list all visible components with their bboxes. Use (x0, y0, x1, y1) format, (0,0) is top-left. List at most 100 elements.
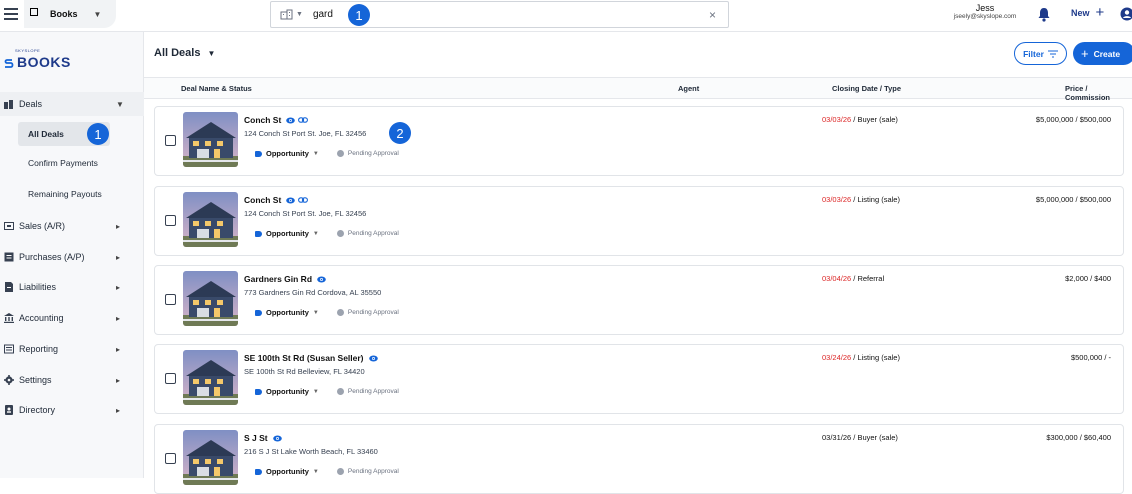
house-photo (183, 192, 238, 247)
tag-icon (255, 151, 262, 157)
bank-icon (4, 313, 14, 323)
chevron-down-icon: ▼ (116, 100, 124, 109)
sidebar-item-label: Settings (19, 375, 52, 385)
chevron-right-icon: ▸ (116, 253, 120, 262)
closing-type: / Listing (sale) (851, 353, 900, 362)
new-button[interactable]: New + (1071, 8, 1104, 18)
sidebar-item-deals[interactable]: Deals ▼ (0, 92, 144, 116)
sales-icon (4, 221, 14, 231)
chevron-down-icon: ▼ (296, 11, 303, 18)
closing-date-type: 03/04/26 / Referral (822, 274, 884, 283)
user-info[interactable]: Jess jseely@skyslope.com (946, 3, 1024, 20)
deal-card[interactable]: Gardners Gin Rd 773 Gardners Gin Rd Cord… (154, 265, 1124, 335)
deal-card[interactable]: SE 100th St Rd (Susan Seller) SE 100th S… (154, 344, 1124, 414)
sidebar-item-liabilities[interactable]: Liabilities ▸ (0, 275, 144, 299)
deal-card[interactable]: Conch St 124 Conch St Port St. Joe, FL 3… (154, 186, 1124, 256)
deal-stage-dropdown[interactable]: Opportunity (266, 149, 309, 158)
eye-icon[interactable] (317, 276, 326, 283)
chevron-down-icon[interactable]: ▼ (313, 310, 319, 316)
status-dot-icon (337, 309, 344, 316)
deal-checkbox[interactable] (165, 294, 176, 305)
closing-date: 03/03/26 (822, 115, 851, 124)
sidebar-item-label: Directory (19, 405, 55, 415)
column-header-name[interactable]: Deal Name & Status (181, 84, 252, 93)
deal-title[interactable]: SE 100th St Rd (Susan Seller) (244, 353, 378, 363)
chevron-right-icon: ▸ (116, 345, 120, 354)
page-title[interactable]: All Deals ▼ (154, 47, 215, 59)
column-header-closing[interactable]: Closing Date / Type (832, 84, 901, 93)
filter-button[interactable]: Filter (1014, 42, 1067, 65)
annotation-marker-card: 2 (389, 122, 411, 144)
chevron-down-icon[interactable]: ▼ (313, 469, 319, 475)
status-dot-icon (337, 468, 344, 475)
deal-checkbox[interactable] (165, 453, 176, 464)
plus-icon: + (1096, 8, 1105, 18)
filter-button-label: Filter (1023, 49, 1044, 59)
link-icon[interactable] (298, 197, 308, 203)
deal-stage-dropdown[interactable]: Opportunity (266, 229, 309, 238)
search-bar[interactable]: ▼ gard × (270, 1, 729, 28)
search-type-selector[interactable]: ▼ (280, 9, 303, 20)
chevron-down-icon[interactable]: ▼ (313, 151, 319, 157)
deal-name: Gardners Gin Rd (244, 274, 312, 284)
purchases-icon (4, 252, 14, 262)
deal-stage-dropdown[interactable]: Opportunity (266, 467, 309, 476)
sidebar-item-reporting[interactable]: Reporting ▸ (0, 337, 144, 361)
status-badge: Pending Approval (348, 309, 399, 316)
deal-status-row: Opportunity ▼ Pending Approval (255, 467, 399, 476)
bell-icon[interactable] (1037, 7, 1051, 22)
deal-title[interactable]: Conch St (244, 195, 308, 205)
status-badge: Pending Approval (348, 388, 399, 395)
user-name: Jess (946, 3, 1024, 13)
sidebar-item-sales[interactable]: Sales (A/R) ▸ (0, 214, 144, 238)
clear-search-icon[interactable]: × (709, 8, 716, 22)
deal-stage-dropdown[interactable]: Opportunity (266, 308, 309, 317)
deal-checkbox[interactable] (165, 215, 176, 226)
logo-small-text: SKYSLOPE (15, 48, 40, 53)
directory-icon (4, 405, 14, 415)
chevron-down-icon[interactable]: ▼ (313, 389, 319, 395)
eye-icon[interactable] (273, 435, 282, 442)
page-title-label: All Deals (154, 47, 200, 59)
deal-card[interactable]: Conch St 124 Conch St Port St. Joe, FL 3… (154, 106, 1124, 176)
chevron-right-icon: ▸ (116, 314, 120, 323)
link-icon[interactable] (298, 117, 308, 123)
column-header-price[interactable]: Price / Commission (1065, 84, 1132, 102)
profile-icon[interactable] (1120, 6, 1132, 22)
deal-checkbox[interactable] (165, 373, 176, 384)
sidebar-item-label: Purchases (A/P) (19, 252, 85, 262)
eye-icon[interactable] (286, 197, 295, 204)
sidebar-item-purchases[interactable]: Purchases (A/P) ▸ (0, 245, 144, 269)
chevron-down-icon: ▼ (208, 49, 216, 58)
annotation-marker-sidebar: 1 (87, 123, 109, 145)
hamburger-menu-icon[interactable] (4, 8, 18, 20)
sidebar-item-directory[interactable]: Directory ▸ (0, 398, 144, 422)
closing-type: / Listing (sale) (851, 195, 900, 204)
tag-icon (255, 389, 262, 395)
deal-title[interactable]: Gardners Gin Rd (244, 274, 326, 284)
deal-title[interactable]: Conch St (244, 115, 308, 125)
closing-date-type: 03/24/26 / Listing (sale) (822, 353, 900, 362)
sidebar-item-settings[interactable]: Settings ▸ (0, 368, 144, 392)
deal-title[interactable]: S J St (244, 433, 282, 443)
search-input[interactable]: gard (313, 9, 333, 20)
app-switcher[interactable]: Books ▼ (24, 0, 116, 28)
deal-name: SE 100th St Rd (Susan Seller) (244, 353, 364, 363)
status-badge: Pending Approval (348, 150, 399, 157)
sidebar-subitem-confirm-payments[interactable]: Confirm Payments (0, 151, 144, 175)
eye-icon[interactable] (369, 355, 378, 362)
plus-icon: + (1081, 49, 1089, 59)
deal-checkbox[interactable] (165, 135, 176, 146)
create-button[interactable]: + Create (1073, 42, 1132, 65)
app-switcher-checkbox-icon (30, 8, 38, 16)
column-header-agent[interactable]: Agent (678, 84, 699, 93)
deal-stage-dropdown[interactable]: Opportunity (266, 387, 309, 396)
status-dot-icon (337, 388, 344, 395)
deal-card[interactable]: S J St 216 S J St Lake Worth Beach, FL 3… (154, 424, 1124, 494)
closing-date: 03/24/26 (822, 353, 851, 362)
deal-name: Conch St (244, 115, 281, 125)
sidebar-item-accounting[interactable]: Accounting ▸ (0, 306, 144, 330)
eye-icon[interactable] (286, 117, 295, 124)
sidebar-subitem-remaining-payouts[interactable]: Remaining Payouts (0, 182, 144, 206)
chevron-down-icon[interactable]: ▼ (313, 231, 319, 237)
